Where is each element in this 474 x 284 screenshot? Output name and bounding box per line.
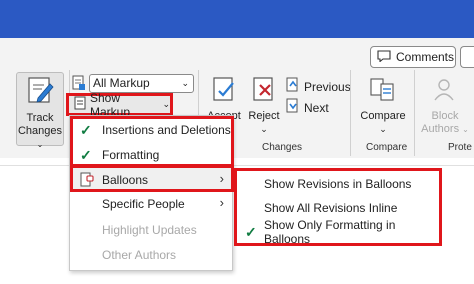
next-label: Next <box>304 100 329 115</box>
track-changes-label-2: Changes ⌄ <box>16 125 64 151</box>
submenu-item-show-all-revisions-inline[interactable]: Show All Revisions Inline <box>237 196 439 220</box>
submenu-item-show-revisions-in-balloons[interactable]: Show Revisions in Balloons <box>237 172 439 196</box>
menu-item-label: Formatting <box>102 148 160 162</box>
menu-item-highlight-updates[interactable]: Highlight Updates <box>70 218 234 242</box>
chevron-down-icon: ⌄ <box>379 124 387 134</box>
block-authors-icon <box>418 76 472 108</box>
chevron-right-icon: › <box>219 195 224 210</box>
menu-item-formatting[interactable]: ✓ Formatting <box>70 143 234 167</box>
chevron-right-icon: › <box>219 171 224 186</box>
block-authors-label-2: Authors ⌄ <box>418 123 472 136</box>
compare-button[interactable]: Compare ⌄ <box>356 76 410 136</box>
accept-icon <box>204 76 244 108</box>
compare-icon <box>356 76 410 108</box>
menu-item-label: Highlight Updates <box>102 223 197 237</box>
track-changes-button-content[interactable]: Track Changes ⌄ <box>16 76 64 151</box>
comments-button[interactable]: Comments <box>370 46 456 68</box>
title-bar <box>0 0 474 38</box>
menu-item-specific-people[interactable]: Specific People › <box>70 192 234 216</box>
chevron-down-icon: ⌄ <box>462 125 469 134</box>
reject-label: Reject <box>248 110 280 122</box>
divider <box>350 70 351 156</box>
menu-item-other-authors[interactable]: Other Authors <box>70 243 234 267</box>
chevron-down-icon: ⌄ <box>181 78 189 88</box>
track-changes-icon <box>16 76 64 110</box>
show-markup-button[interactable]: Show Markup ⌄ <box>66 91 173 119</box>
block-authors-button[interactable]: Block Authors ⌄ <box>418 76 472 136</box>
balloons-submenu: Show Revisions in Balloons Show All Revi… <box>234 168 442 246</box>
group-label-protect: Prote <box>448 142 472 153</box>
previous-label: Previous <box>304 79 351 94</box>
show-markup-menu: ✓ Insertions and Deletions ✓ Formatting … <box>69 115 234 271</box>
previous-button[interactable]: Previous <box>286 77 351 96</box>
block-authors-label-1: Block <box>431 110 459 122</box>
group-label-compare: Compare <box>366 142 408 153</box>
submenu-item-show-only-formatting[interactable]: ✓ Show Only Formatting in Balloons <box>237 218 439 246</box>
previous-icon <box>286 77 300 96</box>
share-button[interactable] <box>460 46 474 68</box>
check-icon: ✓ <box>245 224 257 240</box>
menu-item-insertions-deletions[interactable]: ✓ Insertions and Deletions <box>70 118 234 142</box>
comments-label: Comments <box>396 50 455 64</box>
chevron-down-icon: ⌄ <box>260 124 268 134</box>
submenu-item-label: Show All Revisions Inline <box>264 201 398 215</box>
reject-button[interactable]: Reject ⌄ <box>244 76 284 136</box>
reject-icon <box>244 76 284 108</box>
track-changes-label-1: Track <box>26 112 54 124</box>
compare-label: Compare <box>360 110 406 122</box>
menu-item-label: Balloons <box>102 173 149 187</box>
track-changes-label-2-text: Changes <box>17 125 63 137</box>
menu-item-label: Other Authors <box>102 248 177 262</box>
chevron-down-icon: ⌄ <box>36 140 44 149</box>
show-markup-icon <box>74 96 86 113</box>
submenu-item-label: Show Revisions in Balloons <box>264 177 412 191</box>
block-authors-label-2-text: Authors <box>421 123 460 135</box>
divider <box>414 70 415 156</box>
menu-item-label: Insertions and Deletions <box>102 123 231 137</box>
check-icon: ✓ <box>80 147 92 163</box>
markup-select-value: All Markup <box>93 76 150 90</box>
group-label-changes: Changes <box>262 142 303 153</box>
comment-icon <box>377 49 391 65</box>
next-icon <box>286 98 300 117</box>
balloons-icon <box>80 172 94 191</box>
next-button[interactable]: Next <box>286 98 329 117</box>
check-icon: ✓ <box>80 122 92 138</box>
menu-item-label: Specific People <box>102 197 185 211</box>
menu-item-balloons[interactable]: Balloons › <box>70 168 234 192</box>
chevron-down-icon: ⌄ <box>162 99 170 109</box>
submenu-item-label: Show Only Formatting in Balloons <box>264 218 396 246</box>
